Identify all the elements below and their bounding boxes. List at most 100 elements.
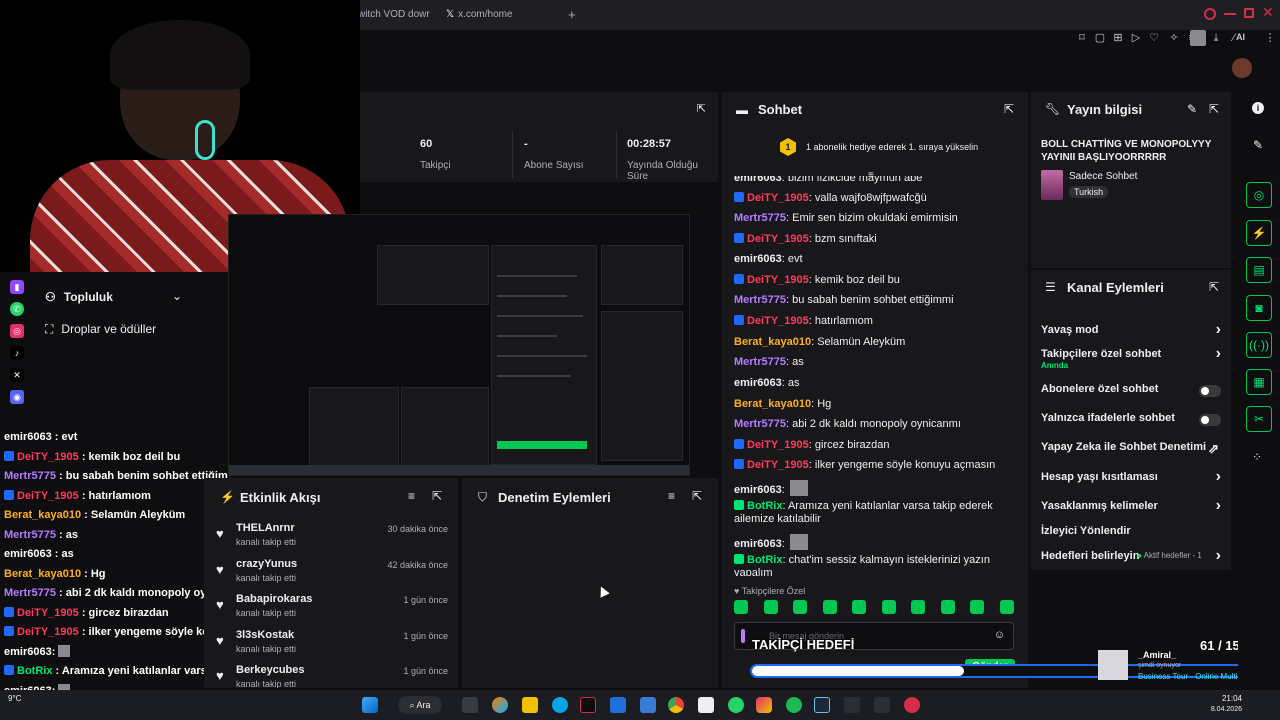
channel-action-9[interactable]: Hedefleri belirleyin ● Aktif hedefler - 1… — [1041, 547, 1221, 568]
extension-icon[interactable]: ⊞ — [1112, 32, 1124, 44]
app-icon[interactable] — [580, 697, 596, 713]
chat-username[interactable]: Mertr5775 — [734, 294, 786, 306]
document-icon[interactable]: ▤ — [1246, 257, 1272, 283]
chat-username[interactable]: emir6063 — [734, 377, 782, 389]
emote-icon[interactable] — [734, 600, 748, 614]
capcut-icon[interactable] — [698, 697, 714, 713]
edge-icon[interactable] — [552, 697, 568, 713]
search-icon[interactable] — [1204, 8, 1216, 20]
heart-icon[interactable]: ♡ — [1148, 32, 1160, 44]
channel-action-4[interactable]: Yalnızca ifadelerle sohbet — [1041, 412, 1221, 430]
bookmark-icon[interactable]: ⌑ — [1076, 32, 1088, 44]
chat-username[interactable]: DeiTY_1905 — [747, 233, 809, 245]
gift-promo[interactable]: 1 abonelik hediye ederek 1. sıraya yükse… — [806, 142, 978, 152]
windows-start-icon[interactable] — [362, 697, 378, 713]
chat-username[interactable]: Mertr5775 — [734, 356, 786, 368]
info-icon[interactable]: i — [1252, 102, 1264, 114]
emote-icon[interactable] — [970, 600, 984, 614]
camera-icon[interactable]: ◎ — [1246, 182, 1272, 208]
emote-icon[interactable] — [911, 600, 925, 614]
chat-username[interactable]: DeiTY_1905 — [747, 315, 809, 327]
chevron-down-icon[interactable]: ⌄ — [172, 289, 182, 303]
filter-icon[interactable]: ≡ — [408, 489, 415, 503]
task-view-icon[interactable] — [462, 697, 478, 713]
chat-username[interactable]: Mertr5775 — [734, 418, 786, 430]
pencil-icon[interactable]: ✎ — [1253, 138, 1263, 152]
chat-username[interactable]: emir6063 — [734, 484, 782, 496]
popout-icon[interactable]: ⇱ — [697, 102, 706, 115]
puzzle-icon[interactable]: ✧ — [1168, 32, 1180, 44]
chat-username[interactable]: DeiTY_1905 — [747, 459, 809, 471]
chat-username[interactable]: DeiTY_1905 — [747, 439, 809, 451]
channel-action-7[interactable]: Yasaklanmış kelimeler › — [1041, 497, 1221, 518]
toggle-switch[interactable] — [1199, 385, 1221, 397]
chat-username[interactable]: DeiTY_1905 — [747, 274, 809, 286]
profile-avatar[interactable] — [1190, 30, 1206, 46]
file-explorer-icon[interactable] — [522, 697, 538, 713]
channel-action-5[interactable]: Yapay Zeka ile Sohbet Denetimi ⇗ — [1041, 441, 1221, 459]
emote-icon[interactable] — [881, 600, 896, 614]
chat-username[interactable]: Berat_kaya010 — [734, 398, 811, 410]
chat-icon[interactable]: ◙ — [1246, 295, 1272, 321]
ai-button[interactable]: AI — [1236, 32, 1245, 42]
apps-icon[interactable]: ⁘ — [1252, 450, 1262, 464]
nav-drops[interactable]: ⛶ Droplar ve ödüller — [45, 319, 215, 339]
emote-icon[interactable] — [940, 600, 955, 614]
whatsapp-taskbar-icon[interactable] — [728, 697, 744, 713]
app-icon[interactable] — [874, 697, 890, 713]
screenshot-icon[interactable]: ▢ — [1094, 32, 1106, 44]
tab-twitch-vod[interactable]: witch VOD downlo — [358, 6, 430, 24]
play-icon[interactable]: ▷ — [1130, 32, 1142, 44]
chat-username[interactable]: BotRix — [747, 500, 782, 512]
tiktok-icon[interactable]: ♪ — [10, 346, 24, 360]
emoji-icon[interactable]: ☺ — [994, 629, 1005, 641]
twitch-icon[interactable]: ▮ — [10, 280, 24, 294]
filter-icon[interactable]: ≡ — [668, 489, 675, 503]
emote-icon[interactable] — [852, 600, 866, 614]
broadcast-icon[interactable]: ((·)) — [1246, 332, 1272, 358]
steam-icon[interactable] — [814, 697, 830, 713]
obs-icon[interactable] — [904, 697, 920, 713]
toggle-switch[interactable] — [1199, 414, 1221, 426]
chrome-icon[interactable] — [668, 697, 684, 713]
popout-icon[interactable]: ⇱ — [1209, 102, 1219, 116]
popout-icon[interactable]: ⇱ — [432, 489, 442, 503]
channel-action-8[interactable]: İzleyici Yönlendir — [1041, 525, 1221, 543]
more-icon[interactable]: ⋮ — [1264, 32, 1276, 44]
chat-username[interactable]: emir6063 — [734, 253, 782, 265]
chat-username[interactable]: emir6063 — [734, 538, 782, 550]
download-icon[interactable]: ⤓ — [1210, 32, 1222, 44]
chat-username[interactable]: Mertr5775 — [734, 212, 786, 224]
discord-icon[interactable]: ◉ — [10, 390, 24, 404]
app-icon[interactable] — [844, 697, 860, 713]
emote-icon[interactable] — [999, 600, 1014, 614]
tab-x-home[interactable]: 𝕏x.com/home — [446, 6, 546, 24]
chat-username[interactable]: emir6063 — [734, 176, 782, 184]
channel-action-1[interactable]: Yavaş mod › — [1041, 321, 1221, 342]
tools-icon[interactable]: ✂ — [1246, 406, 1272, 432]
copilot-icon[interactable] — [492, 697, 508, 713]
new-tab-button[interactable]: + — [568, 6, 580, 24]
maximize-icon[interactable] — [1244, 8, 1254, 18]
spotify-icon[interactable] — [786, 697, 802, 713]
category-name[interactable]: Sadece Sohbet — [1069, 171, 1137, 182]
popout-icon[interactable]: ⇱ — [692, 489, 702, 503]
popout-icon[interactable]: ⇱ — [1209, 280, 1219, 294]
minimize-icon[interactable] — [1224, 13, 1236, 15]
taskbar-search[interactable]: ⌕ Ara — [398, 696, 442, 714]
emote-icon[interactable] — [763, 600, 778, 614]
x-social-icon[interactable]: ✕ — [10, 368, 24, 382]
server-icon[interactable]: ▦ — [1246, 369, 1272, 395]
store-icon[interactable] — [610, 697, 626, 713]
channel-action-6[interactable]: Hesap yaşı kısıtlaması › — [1041, 468, 1221, 489]
chat-username[interactable]: Berat_kaya010 — [734, 336, 811, 348]
edit-icon[interactable]: ✎ — [1187, 102, 1197, 116]
close-icon[interactable]: ✕ — [1262, 4, 1276, 20]
chat-username[interactable]: BotRix — [747, 554, 782, 566]
user-avatar[interactable] — [1232, 58, 1252, 78]
popout-icon[interactable]: ⇱ — [1004, 102, 1014, 116]
emote-icon[interactable] — [793, 600, 807, 614]
bolt-icon[interactable]: ⚡ — [1246, 220, 1272, 246]
channel-action-2[interactable]: Takipçilere özel sohbet Anında › — [1041, 345, 1221, 370]
whatsapp-icon[interactable]: ✆ — [10, 302, 24, 316]
